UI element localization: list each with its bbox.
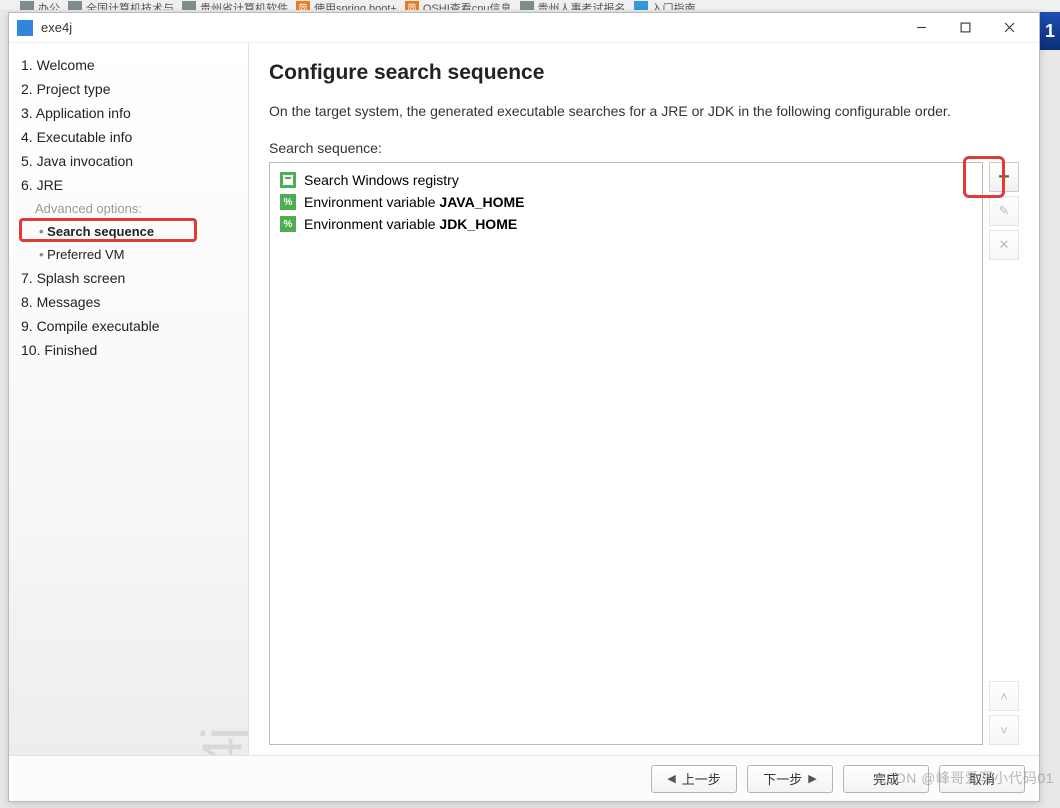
nav-compile-executable[interactable]: 9. Compile executable (9, 314, 248, 338)
browser-tab[interactable]: 贵州省计算机软件 (182, 0, 288, 10)
browser-tab[interactable]: 简OSHI查看cpu信息 (405, 0, 512, 10)
browser-tab[interactable]: 全国计算机技术与 (68, 0, 174, 10)
sequence-item-text: Environment variable JAVA_HOME (304, 194, 524, 210)
titlebar[interactable]: exe4j (9, 13, 1039, 43)
browser-tab[interactable]: 办公 (20, 0, 60, 10)
nav-finished[interactable]: 10. Finished (9, 338, 248, 362)
back-button[interactable]: ◀上一步 (651, 765, 737, 793)
move-down-button[interactable]: ˅ (989, 715, 1019, 745)
main-panel: Configure search sequence On the target … (249, 43, 1039, 755)
browser-tab[interactable]: 贵州人事考试报名 (520, 0, 626, 10)
exe4j-window: exe4j 1. Welcome 2. Project type 3. Appl… (8, 12, 1040, 802)
tab-icon (20, 1, 34, 10)
edit-button[interactable]: ✎ (989, 196, 1019, 226)
wizard-footer: ◀上一步 下一步▶ 完成 取消 (9, 755, 1039, 801)
right-edge-strip: 1 (1040, 12, 1060, 50)
sequence-list[interactable]: Search Windows registry % Environment va… (269, 162, 983, 745)
page-heading: Configure search sequence (269, 61, 1019, 85)
nav-application-info[interactable]: 3. Application info (9, 101, 248, 125)
browser-tab[interactable]: 简使用spring boot+ (296, 0, 397, 10)
delete-button[interactable]: ✕ (989, 230, 1019, 260)
cancel-button[interactable]: 取消 (939, 765, 1025, 793)
sequence-item-text: Environment variable JDK_HOME (304, 216, 517, 232)
arrow-right-icon: ▶ (808, 772, 816, 785)
browser-tab[interactable]: 入门指南 (634, 0, 696, 10)
nav-advanced-label: Advanced options: (9, 197, 248, 220)
add-button[interactable]: + (989, 162, 1019, 192)
tab-icon: 简 (405, 1, 419, 10)
registry-icon (280, 172, 296, 188)
tab-icon (68, 1, 82, 10)
tab-icon (634, 1, 648, 10)
move-up-button[interactable]: ˄ (989, 681, 1019, 711)
sequence-item[interactable]: % Environment variable JAVA_HOME (274, 191, 978, 213)
app-icon (17, 20, 33, 36)
next-button[interactable]: 下一步▶ (747, 765, 833, 793)
window-title: exe4j (41, 20, 899, 35)
env-icon: % (280, 194, 296, 210)
nav-messages[interactable]: 8. Messages (9, 290, 248, 314)
sequence-toolbar: + ✎ ✕ ˄ ˅ (983, 162, 1019, 745)
maximize-button[interactable] (943, 14, 987, 42)
tab-icon: 简 (296, 1, 310, 10)
arrow-left-icon: ◀ (667, 772, 675, 785)
nav-welcome[interactable]: 1. Welcome (9, 53, 248, 77)
env-icon: % (280, 216, 296, 232)
tab-icon (520, 1, 534, 10)
nav-preferred-vm[interactable]: Preferred VM (9, 243, 248, 266)
browser-tab-strip: 办公 全国计算机技术与 贵州省计算机软件 简使用spring boot+ 简OS… (0, 0, 1060, 10)
sequence-label: Search sequence: (269, 140, 1019, 156)
sequence-item[interactable]: % Environment variable JDK_HOME (274, 213, 978, 235)
nav-splash-screen[interactable]: 7. Splash screen (9, 266, 248, 290)
nav-jre[interactable]: 6. JRE (9, 173, 248, 197)
page-description: On the target system, the generated exec… (269, 101, 1019, 122)
minimize-button[interactable] (899, 14, 943, 42)
nav-project-type[interactable]: 2. Project type (9, 77, 248, 101)
wizard-sidebar: 1. Welcome 2. Project type 3. Applicatio… (9, 43, 249, 755)
tab-icon (182, 1, 196, 10)
finish-button[interactable]: 完成 (843, 765, 929, 793)
nav-java-invocation[interactable]: 5. Java invocation (9, 149, 248, 173)
nav-executable-info[interactable]: 4. Executable info (9, 125, 248, 149)
sequence-item[interactable]: Search Windows registry (274, 169, 978, 191)
sequence-item-text: Search Windows registry (304, 172, 459, 188)
sidebar-watermark: exe4j (189, 729, 249, 755)
nav-search-sequence[interactable]: Search sequence (9, 220, 248, 243)
close-button[interactable] (987, 14, 1031, 42)
